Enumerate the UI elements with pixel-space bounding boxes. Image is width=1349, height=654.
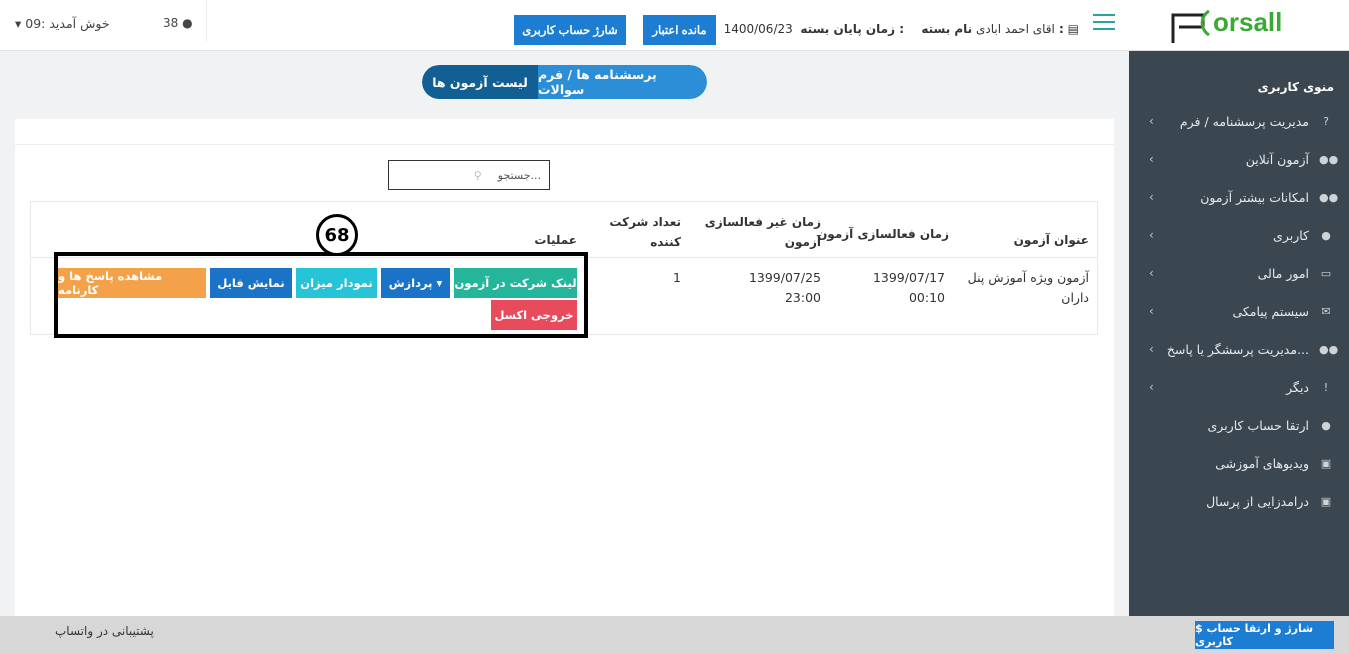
sidebar-item-videos[interactable]: ویدیوهای آموزشی ▣	[1129, 444, 1349, 482]
chevron-left-icon: ‹	[1149, 228, 1154, 242]
hamburger-menu-icon[interactable]	[1093, 14, 1115, 32]
svg-text:orsall: orsall	[1213, 7, 1282, 37]
sidebar-item-interviewers[interactable]: ‹ مدیریت پرسشگر یا پاسخ... ●●	[1129, 330, 1349, 368]
card-divider	[15, 144, 1114, 145]
sidebar-item-upgrade[interactable]: ارتقا حساب کاربری ●	[1129, 406, 1349, 444]
sidebar-item-label: امور مالی	[1257, 265, 1309, 281]
col-header-activation: زمان فعالسازی آزمون	[817, 227, 949, 241]
chevron-left-icon: ‹	[1149, 152, 1154, 166]
tab-exam-list[interactable]: لیست آزمون ها	[422, 65, 538, 99]
footer-bar: پشتیبانی در واتساپ $ شارژ و ارتقا حساب ک…	[0, 616, 1349, 654]
chevron-left-icon: ‹	[1149, 114, 1154, 128]
whatsapp-support-link[interactable]: پشتیبانی در واتساپ	[55, 624, 154, 638]
end-date: 1400/06/23 زمان پایان بسته :	[724, 22, 904, 36]
sidebar-item-label: کاربری	[1273, 227, 1309, 243]
annotation-badge: 68	[316, 214, 358, 256]
sidebar-item-exam-features[interactable]: ‹ امکانات بیشتر آزمون ●●	[1129, 178, 1349, 216]
balance-button[interactable]: مانده اعتبار	[643, 15, 716, 45]
sidebar-item-other[interactable]: ‹ دیگر!	[1129, 368, 1349, 406]
money-icon: ▭	[1320, 266, 1332, 280]
annotation-highlight-box	[54, 252, 588, 338]
user-count-value: 38	[163, 16, 179, 30]
user-icon: ●	[1321, 418, 1331, 432]
sidebar-item-label: سیستم پیامکی	[1232, 303, 1309, 319]
end-date-label: زمان پایان بسته :	[800, 22, 904, 36]
sidebar-item-label: مدیریت پرسشنامه / فرم	[1179, 113, 1309, 129]
book-icon: ▤	[1067, 22, 1079, 36]
users-icon: ●●	[1319, 190, 1339, 204]
envelope-icon: ✉	[1321, 304, 1331, 318]
sidebar-item-user[interactable]: ‹ کاربری ●	[1129, 216, 1349, 254]
col-header-title: عنوان آزمون	[1013, 233, 1089, 247]
end-date-value: 1400/06/23	[723, 22, 793, 36]
package-value: اقای احمد ابادی	[976, 22, 1055, 36]
sidebar-item-label: ویدیوهای آموزشی	[1215, 455, 1309, 471]
sidebar-item-label: ارتقا حساب کاربری	[1207, 417, 1309, 433]
charge-upgrade-button[interactable]: $ شارژ و ارتقا حساب کاربری	[1195, 621, 1334, 649]
col-header-deactivation: زمان غیر فعالسازی آزمون	[704, 215, 821, 249]
sidebar-item-label: مدیریت پرسشگر یا پاسخ...	[1166, 341, 1309, 357]
sidebar-item-label: درامدزایی از پرسال	[1206, 493, 1309, 509]
sidebar-item-label: امکانات بیشتر آزمون	[1200, 189, 1309, 205]
exclamation-icon: !	[1323, 380, 1329, 394]
chevron-left-icon: ‹	[1149, 190, 1154, 204]
chevron-left-icon: ‹	[1149, 380, 1154, 394]
cell-participants: 1	[673, 270, 681, 285]
sidebar: orsall منوی کاربری ‹ مدیریت پرسشنامه / فر…	[1129, 0, 1349, 616]
user-icon: ●	[182, 16, 193, 30]
logo[interactable]: orsall	[1129, 0, 1349, 51]
users-icon: ●●	[1319, 152, 1339, 166]
search-input[interactable]: ⚲ جستجو...	[388, 160, 550, 190]
sidebar-item-finance[interactable]: ‹ امور مالی ▭	[1129, 254, 1349, 292]
cell-title: آزمون ویژه آموزش پنل داران	[967, 270, 1089, 305]
sidebar-item-earn[interactable]: درامدزایی از پرسال ▣	[1129, 482, 1349, 520]
package-info: اقای احمد ابادی نام بسته : ▤	[921, 22, 1079, 36]
search-placeholder: جستجو...	[497, 168, 541, 182]
user-icon: ●	[1321, 228, 1331, 242]
chevron-left-icon: ‹	[1149, 266, 1154, 280]
welcome-dropdown[interactable]: ▾ 09: خوش آمدید	[15, 16, 110, 31]
cell-activation: 1399/07/17 00:10	[872, 270, 945, 305]
menu-title: منوی کاربری	[1257, 80, 1334, 94]
sidebar-menu: ‹ مدیریت پرسشنامه / فرم? ‹ آزمون آنلاین ●● …	[1129, 102, 1349, 520]
users-icon: ●●	[1319, 342, 1339, 356]
charge-account-button[interactable]: شارژ حساب کاربری	[514, 15, 626, 45]
user-count[interactable]: 38 ●	[163, 16, 193, 30]
sidebar-item-label: آزمون آنلاین	[1245, 151, 1309, 167]
question-icon: ?	[1323, 114, 1329, 128]
col-header-participants: تعداد شرکت کننده	[609, 215, 681, 249]
cell-deactivation: 1399/07/25 23:00	[748, 270, 821, 305]
welcome-text: 09: خوش آمدید	[25, 16, 110, 31]
sidebar-item-questionnaire[interactable]: ‹ مدیریت پرسشنامه / فرم?	[1129, 102, 1349, 140]
content-card: ⚲ جستجو... عنوان آزمون زمان فعالسازی آزم…	[15, 119, 1114, 616]
col-header-operations: عملیات	[534, 233, 577, 247]
chevron-left-icon: ‹	[1149, 304, 1154, 318]
search-icon: ⚲	[473, 168, 482, 182]
sidebar-item-sms[interactable]: ‹ سیستم پیامکی ✉	[1129, 292, 1349, 330]
tab-bar: لیست آزمون ها پرسشنامه ها / فرم سوالات	[422, 65, 707, 99]
header-divider	[206, 0, 207, 42]
tab-questionnaires[interactable]: پرسشنامه ها / فرم سوالات	[538, 65, 707, 99]
sidebar-item-label: دیگر	[1286, 379, 1309, 395]
sidebar-item-online-exam[interactable]: ‹ آزمون آنلاین ●●	[1129, 140, 1349, 178]
video-icon: ▣	[1320, 456, 1332, 470]
gift-icon: ▣	[1320, 494, 1332, 508]
top-header: اقای احمد ابادی نام بسته : ▤ 1400/06/23 …	[0, 0, 1129, 51]
chevron-left-icon: ‹	[1149, 342, 1154, 356]
porsall-logo: orsall	[1171, 7, 1282, 43]
caret-down-icon: ▾	[15, 16, 22, 31]
